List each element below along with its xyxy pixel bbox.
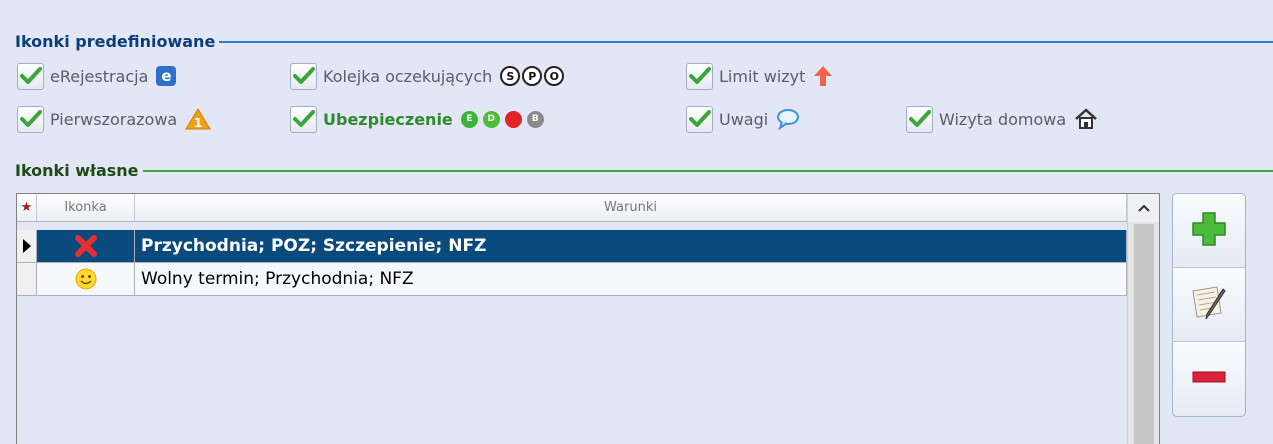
insurance-status-icons: E D B xyxy=(460,110,549,128)
check-icon[interactable] xyxy=(686,105,713,133)
checkbox-label: Pierwszorazowa xyxy=(50,109,178,129)
insurance-e-icon: E xyxy=(460,110,478,128)
warning-icon: 1 xyxy=(185,108,212,130)
custom-icons-header: Ikonki własne xyxy=(15,161,1273,180)
check-icon[interactable] xyxy=(686,62,713,90)
insurance-d-icon: D xyxy=(482,110,500,128)
remove-button[interactable] xyxy=(1173,342,1245,416)
custom-icons-title: Ikonki własne xyxy=(15,161,139,180)
edit-document-icon xyxy=(1187,281,1231,329)
scroll-up-icon[interactable] xyxy=(1128,194,1159,222)
checkbox-wizyta-domowa[interactable]: Wizyta domowa xyxy=(906,105,1098,133)
checkbox-uwagi[interactable]: Uwagi xyxy=(686,105,800,133)
check-icon[interactable] xyxy=(17,62,44,90)
smiley-icon xyxy=(37,263,135,296)
check-icon[interactable] xyxy=(290,105,317,133)
checkbox-label: Kolejka oczekujących xyxy=(323,66,493,86)
icon-column-header[interactable]: Ikonka xyxy=(37,194,135,221)
custom-icons-grid[interactable]: ★ Ikonka Warunki Przychodnia; POZ; Szcze… xyxy=(16,193,1160,444)
vertical-scrollbar[interactable] xyxy=(1127,194,1159,444)
table-row[interactable]: Przychodnia; POZ; Szczepienie; NFZ xyxy=(17,230,1127,263)
queue-p-icon: P xyxy=(522,66,543,86)
divider xyxy=(219,40,1273,43)
house-icon xyxy=(1074,108,1098,130)
plus-icon xyxy=(1189,209,1229,253)
checkbox-label: eRejestracja xyxy=(50,66,149,86)
insurance-red-icon xyxy=(504,110,522,128)
checkbox-pierwszorazowa[interactable]: Pierwszorazowa 1 xyxy=(17,105,212,133)
table-row[interactable]: Wolny termin; Przychodnia; NFZ xyxy=(17,263,1127,296)
conditions-column-header[interactable]: Warunki xyxy=(135,194,1127,221)
row-conditions: Przychodnia; POZ; Szczepienie; NFZ xyxy=(135,230,1127,263)
edit-button[interactable] xyxy=(1173,268,1245,342)
check-icon[interactable] xyxy=(906,105,933,133)
row-indicator xyxy=(17,263,37,296)
speech-bubble-icon xyxy=(776,108,800,130)
svg-text:1: 1 xyxy=(194,116,202,130)
checkbox-label: Ubezpieczenie xyxy=(323,109,453,129)
checkbox-label: Limit wizyt xyxy=(719,66,806,86)
add-button[interactable] xyxy=(1173,194,1245,268)
checkbox-ubezpieczenie[interactable]: Ubezpieczenie E D B xyxy=(290,105,549,133)
check-icon[interactable] xyxy=(290,62,317,90)
star-column-header[interactable]: ★ xyxy=(17,194,37,221)
scroll-thumb[interactable] xyxy=(1134,224,1154,444)
queue-o-icon: O xyxy=(544,66,565,86)
predefined-icons-header: Ikonki predefiniowane xyxy=(15,32,1273,51)
checkbox-label: Wizyta domowa xyxy=(939,109,1067,129)
row-indicator-icon xyxy=(17,230,37,263)
minus-icon xyxy=(1189,367,1229,391)
checkbox-kolejka[interactable]: Kolejka oczekujących S P O xyxy=(290,62,566,90)
predefined-icons-title: Ikonki predefiniowane xyxy=(15,32,216,51)
divider xyxy=(142,169,1273,172)
checkbox-limit-wizyt[interactable]: Limit wizyt xyxy=(686,62,833,90)
checkbox-label: Uwagi xyxy=(719,109,769,129)
side-toolbar xyxy=(1172,193,1246,417)
row-conditions: Wolny termin; Przychodnia; NFZ xyxy=(135,263,1127,296)
erejestracja-icon: e xyxy=(156,66,177,86)
check-icon[interactable] xyxy=(17,105,44,133)
queue-badges-icon: S P O xyxy=(500,66,566,86)
grid-header: ★ Ikonka Warunki xyxy=(17,194,1127,222)
checkbox-erejestracja[interactable]: eRejestracja e xyxy=(17,62,177,90)
insurance-b-icon: B xyxy=(526,110,544,128)
red-x-icon xyxy=(37,230,135,263)
queue-s-icon: S xyxy=(500,66,521,86)
arrow-up-icon xyxy=(813,65,833,87)
